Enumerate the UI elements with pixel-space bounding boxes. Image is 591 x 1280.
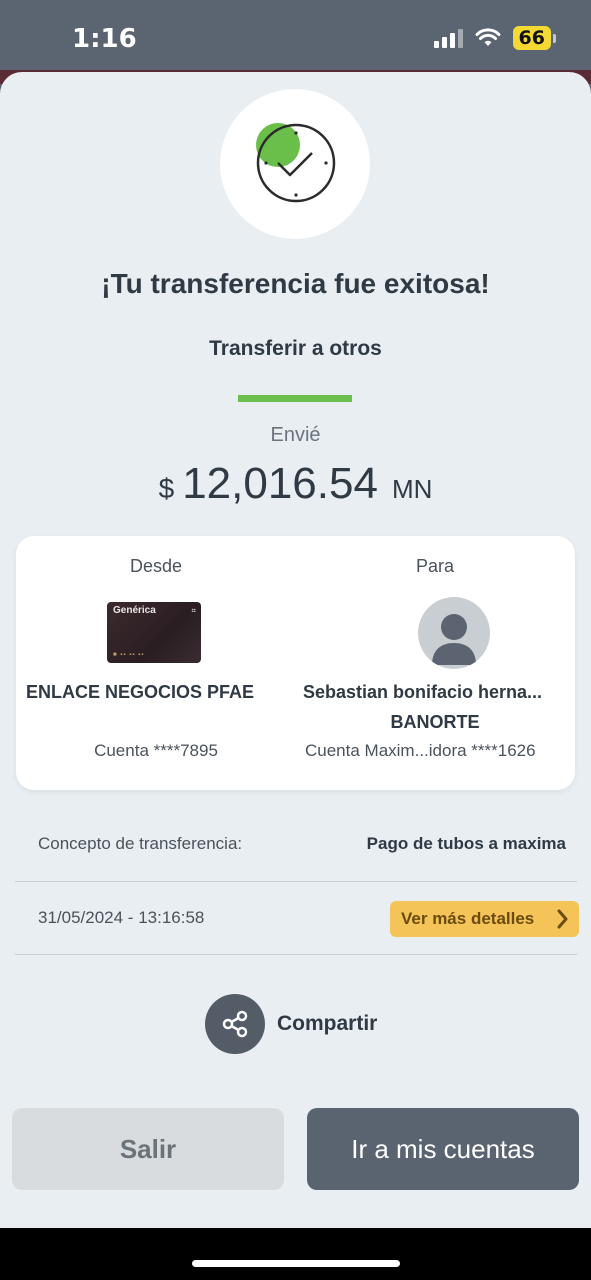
from-heading: Desde (129, 556, 183, 576)
from-account: Cuenta ****7895 (94, 741, 218, 760)
view-details-label: Ver más detalles (401, 909, 535, 928)
go-to-accounts-button[interactable]: Ir a mis cuentas (307, 1108, 579, 1190)
exit-button[interactable]: Salir (12, 1108, 284, 1190)
battery-icon: 66 (512, 26, 557, 50)
transfer-parties-card: Desde Genérica ⌗ ■ ▪▪ ▪▪ ▪▪ ENLACE NEGOC… (16, 536, 575, 790)
share-button[interactable]: Compartir (205, 994, 377, 1054)
transfer-success-sheet: ¡Tu transferencia fue exitosa! Transferi… (0, 72, 591, 1228)
accent-bar (238, 395, 352, 402)
avatar-icon (418, 597, 490, 669)
status-time: 1:16 (72, 24, 137, 54)
to-account: Cuenta Maxim...idora ****1626 (305, 741, 536, 760)
to-bank: BANORTE (390, 712, 480, 732)
home-indicator[interactable] (192, 1260, 400, 1267)
from-section: Desde Genérica ⌗ ■ ▪▪ ▪▪ ▪▪ ENLACE NEGOC… (16, 536, 296, 790)
divider (15, 881, 577, 882)
amount-value: 12,016.54 (182, 459, 378, 508)
amount: $ 12,016.54 MN (0, 459, 591, 509)
concept-value: Pago de tubos a maxima (366, 834, 566, 853)
to-section: Para Sebastian bonifacio herna... BANORT… (295, 536, 575, 790)
chevron-right-icon (557, 909, 568, 929)
card-type-label: Genérica (113, 605, 156, 616)
source-card-image: Genérica ⌗ ■ ▪▪ ▪▪ ▪▪ (107, 602, 201, 663)
currency-symbol: $ (158, 473, 175, 504)
to-name: Sebastian bonifacio herna... (303, 682, 543, 702)
card-chip-icon: ■ ▪▪ ▪▪ ▪▪ (113, 652, 145, 658)
home-area (0, 1228, 591, 1280)
sent-label: Envié (270, 424, 321, 446)
success-title: ¡Tu transferencia fue exitosa! (101, 268, 490, 299)
to-heading: Para (415, 556, 455, 576)
success-illustration (220, 89, 370, 239)
view-details-button[interactable]: Ver más detalles (390, 901, 579, 937)
status-bar: 1:16 66 (0, 0, 591, 72)
transfer-datetime: 31/05/2024 - 13:16:58 (38, 908, 205, 927)
transfer-type: Transferir a otros (209, 337, 382, 360)
concept-label: Concepto de transferencia: (38, 834, 243, 853)
currency-code: MN (391, 474, 433, 504)
card-logo-icon: ⌗ (191, 606, 196, 615)
success-check-icon (256, 123, 336, 203)
share-icon (205, 994, 265, 1054)
cellular-signal-icon (433, 28, 463, 48)
share-label: Compartir (277, 1012, 378, 1035)
from-name: ENLACE NEGOCIOS PFAE (26, 682, 255, 702)
status-icons: 66 (433, 26, 557, 50)
wifi-icon (475, 28, 501, 46)
divider (15, 954, 577, 955)
